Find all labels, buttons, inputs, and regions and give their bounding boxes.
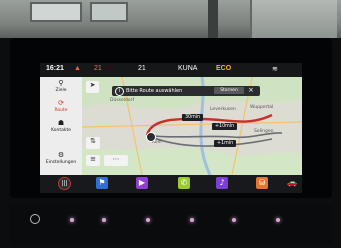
hard-button[interactable]	[232, 218, 236, 222]
route-options-icon: ⇅	[90, 137, 96, 145]
physical-button-row	[10, 205, 332, 245]
route-banner: i Bitte Route auswählen Stornen ×	[112, 86, 260, 96]
rail-item-label: Route	[54, 108, 68, 113]
rail-item-route[interactable]: ⟳ Route	[40, 99, 82, 113]
info-icon: i	[115, 87, 124, 96]
rail-item-label: Einstellungen	[45, 160, 77, 165]
map-city-label: Solingen	[254, 129, 274, 134]
hard-button[interactable]	[190, 218, 194, 222]
garage-window	[30, 2, 82, 22]
hard-button[interactable]	[146, 218, 150, 222]
voice-icon[interactable]: ♪	[216, 177, 228, 189]
apps-icon[interactable]: ⛁	[256, 177, 268, 189]
route-time-tag[interactable]: +1min	[214, 140, 237, 147]
phone-icon[interactable]: ✆	[178, 177, 190, 189]
map-city-label: Düsseldorf	[110, 98, 135, 103]
left-rail: ⚲ Ziele ⟳ Route ☗ Kontakte ⚙ Einstellung…	[40, 77, 82, 175]
wifi-icon: ≋	[272, 66, 278, 73]
cancel-button[interactable]: Stornen	[214, 87, 244, 94]
location-icon: ⚲	[58, 79, 64, 87]
current-position-icon	[146, 132, 156, 142]
map-city-label: Leverkusen	[210, 107, 236, 112]
close-icon[interactable]: ×	[248, 86, 254, 95]
rail-item-ziele[interactable]: ⚲ Ziele	[40, 79, 82, 93]
contacts-icon: ☗	[57, 119, 65, 127]
map-button[interactable]: ⋯	[104, 155, 128, 166]
clock: 16:21	[46, 65, 64, 72]
power-icon[interactable]	[30, 214, 40, 224]
garage-pillar	[208, 0, 218, 40]
route-icon: ⟳	[58, 99, 64, 107]
map-button[interactable]: ➤	[86, 81, 99, 93]
menu-icon: ≡	[90, 155, 96, 163]
home-icon[interactable]: |||	[58, 177, 71, 190]
hard-button[interactable]	[276, 218, 280, 222]
hard-button[interactable]	[70, 218, 74, 222]
banner-text: Bitte Route auswählen	[126, 88, 183, 94]
map-button[interactable]: ⇅	[86, 137, 100, 149]
alert-icon: ▲	[74, 65, 81, 72]
drive-mode[interactable]: KUNA	[178, 65, 197, 72]
map-button[interactable]: ≡	[86, 155, 100, 166]
eco-mode[interactable]: ECO	[216, 65, 231, 72]
rail-item-label: Ziele	[55, 88, 67, 93]
rail-item-kontakte[interactable]: ☗ Kontakte	[40, 119, 82, 133]
temperature-left[interactable]: 21	[94, 65, 102, 72]
media-icon[interactable]: ▶	[136, 177, 148, 189]
garage-door	[250, 0, 337, 38]
navigation-arrow-icon: ➤	[89, 81, 96, 89]
route-time-tag[interactable]: +10min	[212, 123, 238, 130]
temperature-mid[interactable]: 21	[138, 65, 146, 72]
zoom-icon: ⋯	[112, 155, 120, 163]
car-icon[interactable]: 🚗	[284, 177, 300, 189]
hard-button[interactable]	[102, 218, 106, 222]
navigation-icon[interactable]: ⚑	[96, 177, 108, 189]
garage-window	[90, 2, 128, 22]
status-bar: 16:21 ▲ 21 21 KUNA ECO ≋	[40, 63, 302, 77]
rail-item-label: Kontakte	[51, 128, 71, 133]
rail-item-einstellungen[interactable]: ⚙ Einstellungen	[40, 151, 82, 165]
route-time-tag[interactable]: 30min	[182, 114, 204, 121]
map-city-label: Wuppertal	[250, 105, 274, 110]
gear-icon: ⚙	[57, 151, 65, 159]
